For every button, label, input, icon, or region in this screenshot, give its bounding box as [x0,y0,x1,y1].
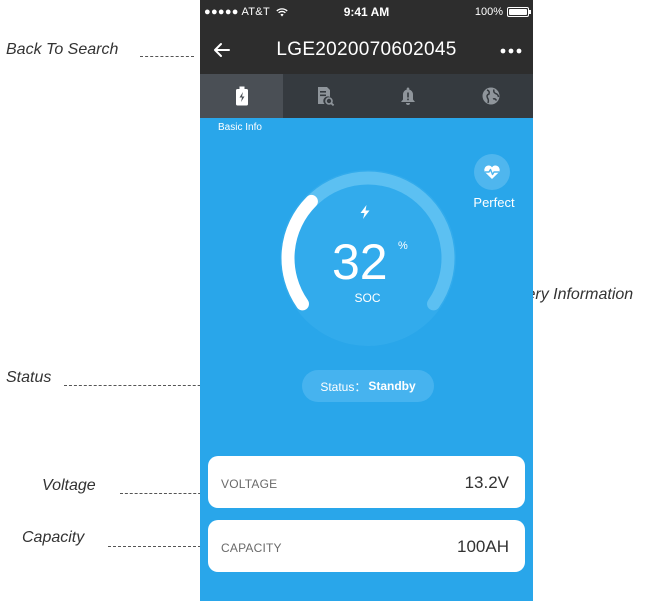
battery-icon [235,86,248,106]
report-search-icon [317,87,334,106]
annotation-voltage: Voltage [42,477,96,494]
voltage-card: VOLTAGE 13.2V [208,456,525,508]
tab-bar [200,74,533,118]
voltage-label: VOLTAGE [221,477,278,491]
soc-label: SOC [354,291,381,305]
capacity-value: 100AH [457,537,509,556]
tab-alarm[interactable] [366,74,449,118]
annotation-leader-capacity [108,546,206,547]
health-status-label: Perfect [473,195,515,210]
status-value: Standby [368,379,416,393]
charging-bolt-icon [360,205,370,219]
capacity-label: CAPACITY [221,541,282,555]
status-battery-icon [507,7,531,17]
annotation-capacity: Capacity [22,529,85,546]
annotation-back-to-search: Back To Search [6,41,119,58]
tab-basic-info[interactable] [200,74,283,118]
annotation-status: Status [6,369,52,386]
soc-value: 32 [332,234,388,290]
capacity-card: CAPACITY 100AH [208,520,525,572]
more-dots-icon[interactable] [500,48,522,54]
soc-unit: % [398,240,408,252]
globe-icon [482,87,499,105]
tab-label-basic-info: Basic Info [218,122,262,133]
voltage-value: 13.2V [464,473,509,492]
phone-screen: ●●●●● AT&T 9:41 AM 100% LGE2020070602045 [200,0,533,601]
tab-location[interactable] [449,74,532,118]
status-bar: ●●●●● AT&T 9:41 AM 100% [200,0,533,24]
battery-percent: 100% [474,6,503,18]
status-label: Status： [320,379,367,394]
status-badge: Status： Standby [302,370,434,402]
health-badge [474,154,510,190]
heart-pulse-icon [484,165,500,179]
annotation-leader-voltage [120,493,206,494]
alarm-bell-icon [400,87,415,105]
page-title: LGE2020070602045 [276,39,457,60]
annotation-leader-back [140,56,194,57]
nav-bar: LGE2020070602045 [200,24,533,74]
tab-report[interactable] [283,74,366,118]
